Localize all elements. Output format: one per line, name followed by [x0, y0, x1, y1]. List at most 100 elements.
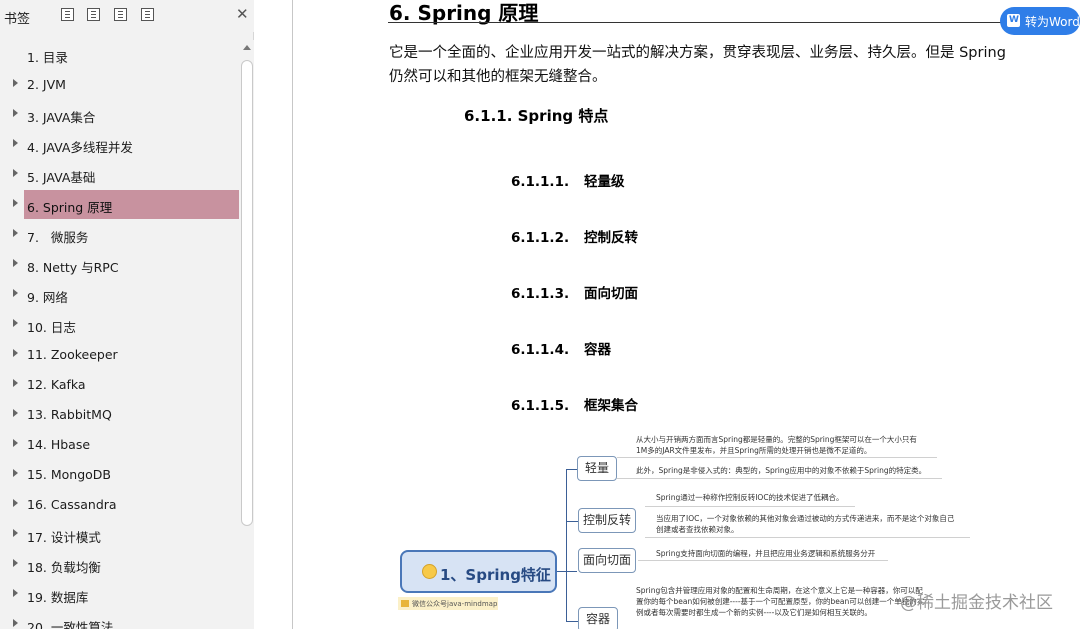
feature-number: 6.1.1.1. — [511, 174, 570, 190]
bookmark-item[interactable]: 10. 日志 — [0, 310, 240, 340]
panel-gap — [254, 0, 292, 629]
expand-arrow-icon[interactable] — [13, 289, 18, 297]
bookmark-item[interactable]: 18. 负载均衡 — [0, 550, 240, 580]
bookmark-item[interactable]: 3. JAVA集合 — [0, 100, 240, 130]
bookmark-item[interactable]: 12. Kafka — [0, 370, 240, 400]
bookmark-item[interactable]: 2. JVM — [0, 70, 240, 100]
expand-all-icon[interactable] — [61, 8, 74, 21]
bookmark-label: 2. JVM — [27, 77, 66, 92]
mindmap-node-lightweight: 轻量 — [577, 456, 617, 481]
watermark: @稀土掘金技术社区 — [900, 593, 1053, 613]
bookmark-item[interactable]: 13. RabbitMQ — [0, 400, 240, 430]
feature-heading: 6.1.1.2. 控制反转 — [511, 226, 638, 246]
expand-arrow-icon[interactable] — [13, 469, 18, 477]
feature-title: 轻量级 — [584, 174, 625, 190]
feature-heading: 6.1.1.5. 框架集合 — [511, 394, 638, 414]
mindmap-note: 当应用了IOC，一个对象依赖的其他对象会通过被动的方式传递进来，而不是这个对象自… — [656, 514, 955, 523]
bookmark-label: 9. 网络 — [27, 290, 68, 305]
feature-title: 控制反转 — [584, 230, 638, 246]
bookmark-label: 3. JAVA集合 — [27, 110, 96, 125]
bookmark-label: 7. 微服务 — [27, 230, 89, 245]
mindmap-connector — [566, 521, 578, 522]
mindmap-node-ioc: 控制反转 — [578, 508, 636, 533]
bookmark-item[interactable]: 16. Cassandra — [0, 490, 240, 520]
feature-title: 容器 — [584, 342, 611, 358]
bookmark-label: 17. 设计模式 — [27, 530, 101, 545]
close-icon[interactable]: ✕ — [236, 5, 249, 23]
expand-arrow-icon[interactable] — [13, 379, 18, 387]
bookmark-scrollbar[interactable] — [240, 40, 254, 629]
mindmap-underline — [645, 506, 855, 507]
mindmap-underline — [617, 478, 942, 479]
expand-arrow-icon[interactable] — [13, 349, 18, 357]
bookmark-item[interactable]: 9. 网络 — [0, 280, 240, 310]
expand-arrow-icon[interactable] — [13, 199, 18, 207]
bookmark-label: 4. JAVA多线程并发 — [27, 140, 133, 155]
bookmark-item[interactable]: 7. 微服务 — [0, 220, 240, 250]
mindmap-underline — [638, 560, 888, 561]
bookmark-item[interactable]: 6. Spring 原理 — [0, 190, 240, 220]
heading-rule — [388, 22, 1002, 23]
bookmark-panel-header: 书签 ✕ — [0, 0, 254, 32]
feature-number: 6.1.1.3. — [511, 286, 570, 302]
bookmark-item[interactable]: 5. JAVA基础 — [0, 160, 240, 190]
expand-arrow-icon[interactable] — [13, 229, 18, 237]
bookmark-item[interactable]: 20. 一致性算法 — [0, 610, 240, 629]
expand-arrow-icon[interactable] — [13, 409, 18, 417]
expand-arrow-icon[interactable] — [13, 499, 18, 507]
convert-to-word-button[interactable]: 转为Word — [1000, 7, 1080, 35]
bookmark-list: 1. 目录 2. JVM 3. JAVA集合 4. JAVA多线程并发 5. JAVA基… — [0, 40, 240, 629]
bookmark-item[interactable]: 1. 目录 — [0, 40, 240, 70]
feature-number: 6.1.1.2. — [511, 230, 570, 246]
feature-number: 6.1.1.5. — [511, 398, 570, 414]
scrollbar-thumb[interactable] — [241, 60, 253, 526]
mindmap-root-label: 1、Spring特征 — [440, 566, 551, 584]
mindmap-note: 置你的每个bean如何被创建----基于一个可配置原型，你的bean可以创建一个… — [636, 597, 925, 606]
bookmark-item[interactable]: 8. Netty 与RPC — [0, 250, 240, 280]
feature-heading: 6.1.1.3. 面向切面 — [511, 282, 638, 302]
expand-arrow-icon[interactable] — [13, 169, 18, 177]
bookmark-label: 16. Cassandra — [27, 497, 117, 512]
feature-number: 6.1.1.4. — [511, 342, 570, 358]
mindmap-node-aop: 面向切面 — [578, 548, 636, 573]
bookmark-item[interactable]: 15. MongoDB — [0, 460, 240, 490]
expand-arrow-icon[interactable] — [13, 439, 18, 447]
bookmark-item[interactable]: 14. Hbase — [0, 430, 240, 460]
expand-arrow-icon[interactable] — [13, 619, 18, 627]
bookmark-options-icon[interactable] — [141, 8, 154, 21]
mindmap-source-tag: 微信公众号java-mindmap — [398, 597, 498, 610]
scroll-up-icon[interactable] — [243, 45, 251, 50]
collapse-all-icon[interactable] — [87, 8, 100, 21]
bookmark-label: 5. JAVA基础 — [27, 170, 96, 185]
feature-title: 框架集合 — [584, 398, 638, 414]
mindmap-node-container: 容器 — [578, 607, 618, 629]
bookmark-item[interactable]: 4. JAVA多线程并发 — [0, 130, 240, 160]
mindmap-underline — [617, 457, 937, 458]
expand-arrow-icon[interactable] — [13, 109, 18, 117]
bookmark-item[interactable]: 19. 数据库 — [0, 580, 240, 610]
feature-title: 面向切面 — [584, 286, 638, 302]
section-subheading: 6.1.1. Spring 特点 — [464, 107, 609, 125]
smiley-icon — [422, 564, 437, 579]
convert-to-word-label: 转为Word — [1025, 15, 1080, 29]
bookmark-label: 13. RabbitMQ — [27, 407, 112, 422]
expand-arrow-icon[interactable] — [13, 559, 18, 567]
bookmark-label: 18. 负载均衡 — [27, 560, 101, 575]
bookmark-item[interactable]: 17. 设计模式 — [0, 520, 240, 550]
bookmark-label: 19. 数据库 — [27, 590, 89, 605]
expand-arrow-icon[interactable] — [13, 529, 18, 537]
expand-arrow-icon[interactable] — [13, 139, 18, 147]
expand-arrow-icon[interactable] — [13, 319, 18, 327]
expand-arrow-icon[interactable] — [13, 79, 18, 87]
intro-paragraph-line-1: 它是一个全面的、企业应用开发一站式的解决方案，贯穿表现层、业务层、持久层。但是 … — [389, 45, 1006, 61]
bookmark-item[interactable]: 11. Zookeeper — [0, 340, 240, 370]
bookmark-label: 1. 目录 — [27, 50, 68, 65]
add-bookmark-icon[interactable] — [114, 8, 127, 21]
mindmap-root-node: 1、Spring特征 — [400, 550, 557, 593]
expand-arrow-icon[interactable] — [13, 259, 18, 267]
bookmark-label: 12. Kafka — [27, 377, 86, 392]
bookmark-label: 20. 一致性算法 — [27, 620, 114, 629]
bookmark-label: 8. Netty 与RPC — [27, 260, 119, 275]
mindmap-underline — [645, 537, 970, 538]
expand-arrow-icon[interactable] — [13, 589, 18, 597]
